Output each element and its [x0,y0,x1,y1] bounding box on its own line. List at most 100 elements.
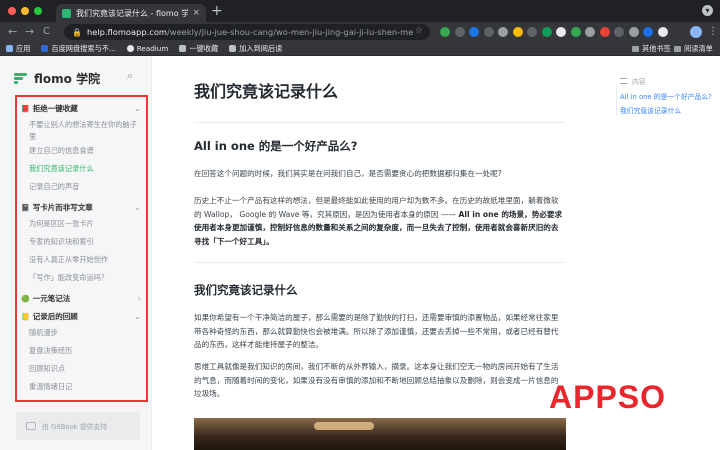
reading-list-icon [674,46,681,52]
extension-icon[interactable] [570,27,581,37]
bookmark-read-later[interactable]: 加入到阅后读 [229,44,282,54]
profile-avatar[interactable] [690,26,702,38]
nav-item-active[interactable]: 我们究竟该记录什么 [29,163,139,175]
url-path: /weekly/jiu-jue-shou-cang/wo-men-jiu-jin… [166,27,414,37]
new-tab-button[interactable]: + [211,3,223,19]
other-bookmarks[interactable]: 其他书签 [632,42,671,56]
toc-header: 内容 [620,76,646,86]
nav-item[interactable]: 不要让别人的想法寄生在你的脑子里 [29,119,139,143]
extension-icon[interactable] [556,27,566,37]
nav-section-one-yuan-notes[interactable]: 🟢 一元笔记法 › [21,293,141,304]
bookmark-apps[interactable]: 应用 [6,44,30,54]
close-window-button[interactable] [8,7,16,15]
gitbook-icon [26,422,36,430]
extension-icon[interactable] [440,27,450,37]
page-title: 我们究竟该记录什么 [194,82,339,101]
extension-icon[interactable] [585,27,595,37]
bookmark-one-click-save[interactable]: 一键收藏 [179,44,218,54]
extension-icon[interactable] [469,27,479,37]
paragraph: 在回答这个问题的时候，我们其实是在问我们自己，是否需要贪心的把数据都归集在一处呢… [194,169,502,178]
bookmark-readium[interactable]: Readium [126,44,168,53]
extension-icon[interactable] [527,27,537,37]
toc-rail [616,86,617,116]
toc-item-active[interactable]: All in one 的是一个好产品么? [620,91,712,101]
divider [194,122,564,123]
reading-list[interactable]: 阅读清单 [674,42,713,56]
paragraph: 如果你希望有一个干净简洁的屋子，那么需要的是除了勤快的打扫，还需要审慎的添置物品… [194,313,559,349]
gitbook-badge[interactable]: 由 GitBook 提供支持 [16,412,140,440]
minimize-window-button[interactable] [21,7,29,15]
tab-close-icon[interactable]: × [192,8,200,18]
tab-title: 我们究竟该记录什么 - flomo 学院 [76,8,189,18]
site-name: flomo 学院 [34,72,101,86]
nav-section-review[interactable]: 📒 记录后的回顾 ⌄ [21,311,141,322]
divider [194,262,564,263]
forward-button[interactable]: → [25,25,34,39]
nav-section-write-cards[interactable]: 📓 写卡片而非写文章 ⌄ [21,202,141,213]
bookmarks-bar: 应用 百度网盘搜索与不... Readium 一键收藏 加入到阅后读 其他书签 … [0,42,720,56]
notebook-icon: 📓 [21,203,30,212]
extension-icon[interactable] [643,27,653,37]
nav-item[interactable]: 为何是区区一张卡片 [29,218,139,230]
extension-icon[interactable] [454,27,465,37]
chevron-right-icon[interactable]: › [138,294,141,303]
nav-item[interactable]: 随机漫步 [29,327,139,339]
article-content: 我们究竟该记录什么 All in one 的是一个好产品么? 在回答这个问题的时… [152,56,600,450]
nav-item[interactable]: 记录自己的声音 [29,181,139,193]
chevron-down-icon[interactable]: ⌄ [134,312,141,321]
extension-icon[interactable] [614,27,624,37]
extension-icon[interactable] [483,27,494,37]
address-bar[interactable]: 🔒 help.flomoapp.com /weekly/jiu-jue-shou… [64,24,430,40]
tab-search-button[interactable]: ▾ [702,5,713,16]
nav-item[interactable]: 复盘决策经历 [29,345,139,357]
bookmark-folder-icon [41,45,49,52]
paragraph: 思维工具就像是我们知识的房间，我们不断的从外界输入，摘录。这本身让我们空无一物的… [194,362,559,398]
extension-icon[interactable] [628,27,639,37]
readium-icon [126,45,134,52]
highlighted-nav-region: 📕 拒绝一键收藏 ⌄ 不要让别人的想法寄生在你的脑子里 建立自己的信息食谱 我们… [15,95,148,402]
nav-item[interactable]: 「写作」能改变命运吗？ [29,272,139,284]
extension-icon[interactable] [512,27,523,37]
chevron-down-icon[interactable]: ⌄ [134,104,141,113]
site-logo[interactable]: flomo 学院 [14,70,100,87]
flomo-logo-icon [14,73,27,84]
bookmark-baidu-pan[interactable]: 百度网盘搜索与不... [41,44,116,54]
nav-item[interactable]: 重温情绪日记 [29,381,139,393]
back-button[interactable]: ← [8,25,17,39]
extension-icon[interactable] [657,27,668,37]
article-image [194,418,566,450]
search-icon[interactable]: ⌕ [127,69,133,83]
docs-sidebar: flomo 学院 ⌕ 📕 拒绝一键收藏 ⌄ 不要让别人的想法寄生在你的脑子里 建… [0,56,152,450]
nav-item[interactable]: 回顾知识点 [29,363,139,375]
green-dot-icon: 🟢 [21,294,30,303]
extension-icon[interactable] [498,27,508,37]
section-heading: 我们究竟该记录什么 [194,283,298,297]
appso-watermark: APPSO [549,379,667,415]
nav-item[interactable]: 没有人真正从零开始创作 [29,254,139,266]
section-heading: All in one 的是一个好产品么? [194,139,358,153]
maximize-window-button[interactable] [34,7,42,15]
list-icon [620,78,627,84]
browser-tab-bar: 我们究竟该记录什么 - flomo 学院 × + ▾ [0,0,720,22]
nav-section-reject-one-click[interactable]: 📕 拒绝一键收藏 ⌄ [21,103,141,114]
lock-icon: 🔒 [72,27,82,37]
folder-icon [632,46,639,52]
browser-menu-icon[interactable]: ⋮ [708,25,718,39]
scissors-icon [179,45,187,52]
browser-tab[interactable]: 我们究竟该记录什么 - flomo 学院 × [56,4,206,22]
bookmark-star-icon[interactable]: ☆ [415,26,423,36]
extension-icon[interactable] [599,27,610,37]
url-host: help.flomoapp.com [86,27,167,37]
flomo-favicon-icon [62,8,71,18]
apps-grid-icon [6,45,13,52]
toc-item[interactable]: 我们究竟该记录什么 [620,105,681,115]
chevron-down-icon[interactable]: ⌄ [134,203,141,212]
paragraph: 历史上不止一个产品有这样的想法，但是最终能如此使用的用户却为数不多。在历史的故纸… [194,196,563,246]
red-book-icon: 📕 [21,104,30,113]
reload-button[interactable]: C [43,25,50,39]
nav-item[interactable]: 建立自己的信息食谱 [29,145,139,157]
ledger-icon: 📒 [21,312,30,321]
scissors-icon [229,45,237,52]
extension-icon[interactable] [541,27,552,37]
nav-item[interactable]: 专家的知识块和索引 [29,236,139,248]
